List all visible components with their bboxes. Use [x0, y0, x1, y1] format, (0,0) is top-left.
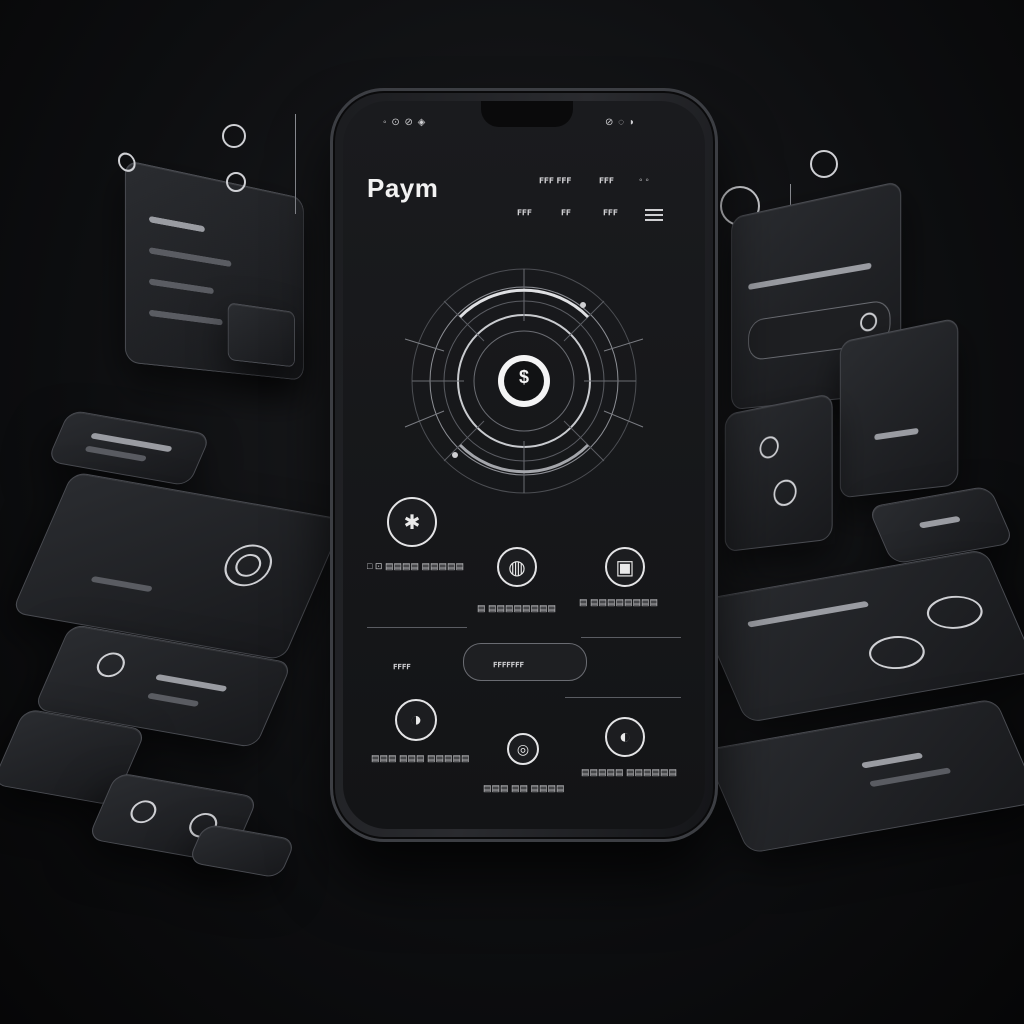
right-tray-panel[interactable] — [693, 548, 1024, 724]
feature-label: ▤ ▤▤▤▤▤▤▤▤ — [477, 603, 557, 613]
phone-screen: ◦ ⊙ ⊘ ◈ ⊘ ◌ ◗ Paym ꜰꜰꜰ ꜰꜰꜰ ꜰꜰꜰ ◦ ◦ ꜰꜰꜰ ꜰ… — [343, 101, 705, 829]
dollar-icon[interactable]: $ — [514, 367, 534, 388]
divider — [367, 627, 467, 628]
orbit-icon — [226, 172, 246, 192]
panel-inner-card[interactable] — [227, 302, 295, 368]
wallet-icon[interactable]: ◑ — [395, 699, 437, 741]
panel-bar — [149, 309, 223, 326]
user-icon[interactable]: ◎ — [507, 733, 539, 765]
hamburger-icon[interactable] — [645, 209, 663, 221]
tab-2[interactable]: ꜰꜰ — [561, 207, 571, 218]
left-toggle-panel[interactable] — [187, 823, 297, 879]
divider — [581, 637, 681, 638]
orbit-icon — [222, 124, 246, 148]
bottom-bar — [869, 767, 952, 788]
panel-bar — [149, 247, 232, 268]
tab-1[interactable]: ꜰꜰꜰ — [517, 207, 532, 218]
scene: ◦ ⊙ ⊘ ◈ ⊘ ◌ ◗ Paym ꜰꜰꜰ ꜰꜰꜰ ꜰꜰꜰ ◦ ◦ ꜰꜰꜰ ꜰ… — [0, 0, 1024, 1024]
panel-dot-icon — [117, 150, 136, 174]
card-icon[interactable]: ▣ — [605, 547, 645, 587]
right-controls-panel[interactable] — [724, 392, 833, 553]
section-label-left: ꜰꜰꜰꜰ — [393, 661, 411, 671]
left-tablet-panel[interactable] — [11, 471, 345, 661]
panel-bar — [149, 215, 205, 233]
control-icon — [759, 434, 779, 460]
brand-logo: Paym — [367, 173, 439, 203]
control-icon — [773, 477, 797, 508]
tray-bar — [746, 600, 870, 628]
right-small-card[interactable] — [867, 485, 1015, 565]
divider — [565, 697, 681, 698]
feature-label: ▤ ▤▤▤▤▤▤▤▤ — [579, 597, 659, 607]
right-promo-panel[interactable] — [839, 317, 959, 499]
phone-frame: ◦ ⊙ ⊘ ◈ ⊘ ◌ ◗ Paym ꜰꜰꜰ ꜰꜰꜰ ꜰꜰꜰ ◦ ◦ ꜰꜰꜰ ꜰ… — [330, 88, 718, 842]
feature-label: □ ⊡ ▤▤▤▤ ▤▤▤▤▤ — [367, 561, 465, 571]
center-action-pill[interactable] — [463, 643, 587, 681]
feature-label: ▤▤▤▤▤ ▤▤▤▤▤▤ — [581, 767, 678, 777]
card-icon — [92, 650, 130, 680]
puzzle-icon[interactable]: ✱ — [387, 497, 437, 547]
notch — [481, 101, 573, 127]
tray-button-icon[interactable] — [920, 591, 989, 633]
globe-icon[interactable]: ◐ — [605, 717, 645, 757]
search-bar — [748, 262, 872, 290]
shield-icon[interactable]: ◍ — [497, 547, 537, 587]
nav-item-3[interactable]: ◦ ◦ — [639, 175, 649, 186]
left-dashboard-panel[interactable] — [117, 150, 304, 381]
promo-bar — [874, 427, 919, 441]
tray-button-icon[interactable] — [863, 632, 931, 674]
grid-icon — [126, 798, 161, 826]
feature-label: ▤▤▤ ▤▤▤ ▤▤▤▤▤ — [371, 753, 470, 763]
small-card-bar — [918, 515, 961, 529]
status-right: ⊘ ◌ ◗ — [605, 117, 636, 128]
swirl-icon — [810, 150, 838, 178]
status-left: ◦ ⊙ ⊘ ◈ — [383, 117, 427, 128]
tab-3[interactable]: ꜰꜰꜰ — [603, 207, 618, 218]
left-slider-panel[interactable] — [46, 409, 212, 487]
bottom-bar — [860, 752, 924, 769]
right-bottom-panel[interactable] — [703, 698, 1024, 854]
slider-bar — [84, 445, 147, 462]
card-bar — [146, 692, 200, 707]
panel-bar — [149, 278, 214, 295]
card-bar — [155, 674, 228, 692]
connector-line — [295, 114, 296, 214]
nav-item-2[interactable]: ꜰꜰꜰ — [599, 175, 614, 186]
section-label-center[interactable]: ꜰꜰꜰꜰꜰꜰꜰ — [493, 659, 524, 670]
tablet-bar — [90, 575, 153, 593]
feature-label: ▤▤▤ ▤▤ ▤▤▤▤ — [483, 783, 565, 793]
nav-item-1[interactable]: ꜰꜰꜰ ꜰꜰꜰ — [539, 175, 571, 186]
